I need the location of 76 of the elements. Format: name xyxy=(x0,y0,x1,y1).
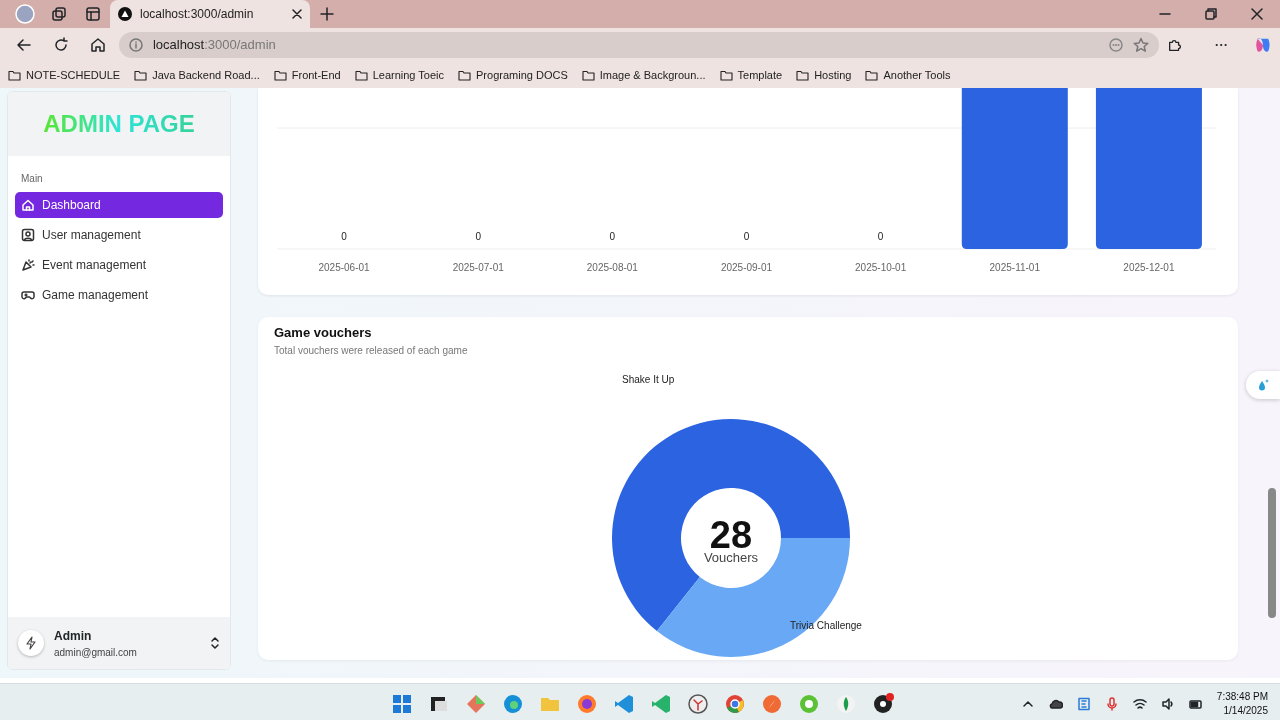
new-tab-icon[interactable] xyxy=(320,7,334,21)
folder-icon xyxy=(8,69,21,81)
folder-icon xyxy=(134,69,148,81)
folder-icon xyxy=(719,69,733,81)
puzzle-icon[interactable] xyxy=(1166,37,1182,53)
back-icon[interactable] xyxy=(15,36,34,54)
party-popper-icon xyxy=(21,258,35,272)
axis-label: 2025-10-01 xyxy=(855,262,907,273)
close-icon[interactable] xyxy=(292,9,302,19)
clock-date[interactable]: 1/14/2025 xyxy=(1216,703,1268,717)
sidebar-item[interactable]: Game management xyxy=(15,282,223,308)
folder-icon xyxy=(458,69,472,81)
home-icon xyxy=(21,198,35,212)
reload-icon[interactable] xyxy=(52,36,71,54)
folder-icon xyxy=(273,69,287,81)
slice-label: Trivia Challenge xyxy=(790,619,862,633)
sidebar-item[interactable]: User management xyxy=(15,222,223,248)
camera-app-icon[interactable] xyxy=(871,691,895,716)
folder-icon xyxy=(581,69,595,81)
folder-icon xyxy=(354,69,368,81)
scrollbar-thumb[interactable] xyxy=(1268,488,1276,618)
section-label: Main xyxy=(20,172,44,186)
info-icon xyxy=(128,38,143,52)
slice-label: Shake It Up xyxy=(622,373,675,387)
tab-actions-icon[interactable] xyxy=(85,6,101,22)
star-icon[interactable] xyxy=(1132,37,1149,53)
bookmark[interactable]: Learning Toeic xyxy=(354,66,445,84)
droplet-icon xyxy=(1256,378,1270,392)
bookmark[interactable]: Another Tools xyxy=(865,66,951,84)
url-text: localhost:3000/admin xyxy=(152,36,277,55)
speaker-icon[interactable] xyxy=(1160,696,1175,711)
home-icon[interactable] xyxy=(89,36,108,54)
tab-title: localhost:3000/admin xyxy=(140,6,255,23)
folder-icon xyxy=(796,69,810,81)
assistant-button[interactable] xyxy=(1246,371,1280,399)
user-name: Admin xyxy=(54,627,93,645)
wifi-icon[interactable] xyxy=(1132,696,1147,711)
value-label: 0 xyxy=(743,231,750,242)
card-title: Game vouchers xyxy=(274,324,373,342)
bookmark[interactable]: Programing DOCS xyxy=(458,66,568,84)
avatar-icon xyxy=(18,630,44,656)
axis-label: 2025-09-01 xyxy=(720,262,773,273)
axis-label: 2025-06-01 xyxy=(318,262,370,273)
clock-time[interactable]: 7:38:48 PM xyxy=(1216,690,1268,704)
address-bar[interactable]: localhost:3000/admin xyxy=(118,32,1159,58)
axis-label: 2025-08-01 xyxy=(586,262,638,273)
close-icon[interactable] xyxy=(1250,7,1264,21)
bookmark[interactable]: Front-End xyxy=(273,66,341,84)
value-label: 0 xyxy=(341,231,347,242)
browser-tab[interactable]: localhost:3000/admin xyxy=(110,0,310,28)
clock-app-icon[interactable] xyxy=(686,691,710,716)
chevron-updown-icon[interactable] xyxy=(210,636,220,650)
gamepad-icon xyxy=(21,288,35,302)
card-subtitle: Total vouchers were released of each game xyxy=(274,343,469,358)
microphone-icon[interactable] xyxy=(1104,696,1119,711)
workspaces-icon[interactable] xyxy=(51,6,67,22)
axis-label: 2025-07-01 xyxy=(452,262,504,273)
value-label: 0 xyxy=(475,231,481,242)
sidebar-item[interactable]: Dashboard xyxy=(15,192,223,218)
value-label: 0 xyxy=(609,231,616,242)
value-label: 0 xyxy=(877,231,884,242)
app-box-icon[interactable] xyxy=(1076,696,1091,711)
user-menu[interactable]: Admin admin@gmail.com xyxy=(8,617,230,669)
bookmark[interactable]: NOTE-SCHEDULE xyxy=(8,66,121,84)
user-email: admin@gmail.com xyxy=(54,645,138,660)
user-icon xyxy=(21,228,35,242)
sidebar-item[interactable]: Event management xyxy=(15,252,223,278)
copilot-icon[interactable] xyxy=(1254,35,1272,55)
restore-icon[interactable] xyxy=(1204,7,1218,21)
axis-label: 2025-12-01 xyxy=(1123,262,1175,273)
bookmark[interactable]: Image & Backgroun... xyxy=(581,66,706,84)
bookmark[interactable]: Java Backend Road... xyxy=(134,66,260,84)
bookmark[interactable]: Template xyxy=(719,66,783,84)
bookmark[interactable]: Hosting xyxy=(796,66,852,84)
axis-label: 2025-11-01 xyxy=(989,262,1040,273)
folder-icon xyxy=(865,69,879,81)
